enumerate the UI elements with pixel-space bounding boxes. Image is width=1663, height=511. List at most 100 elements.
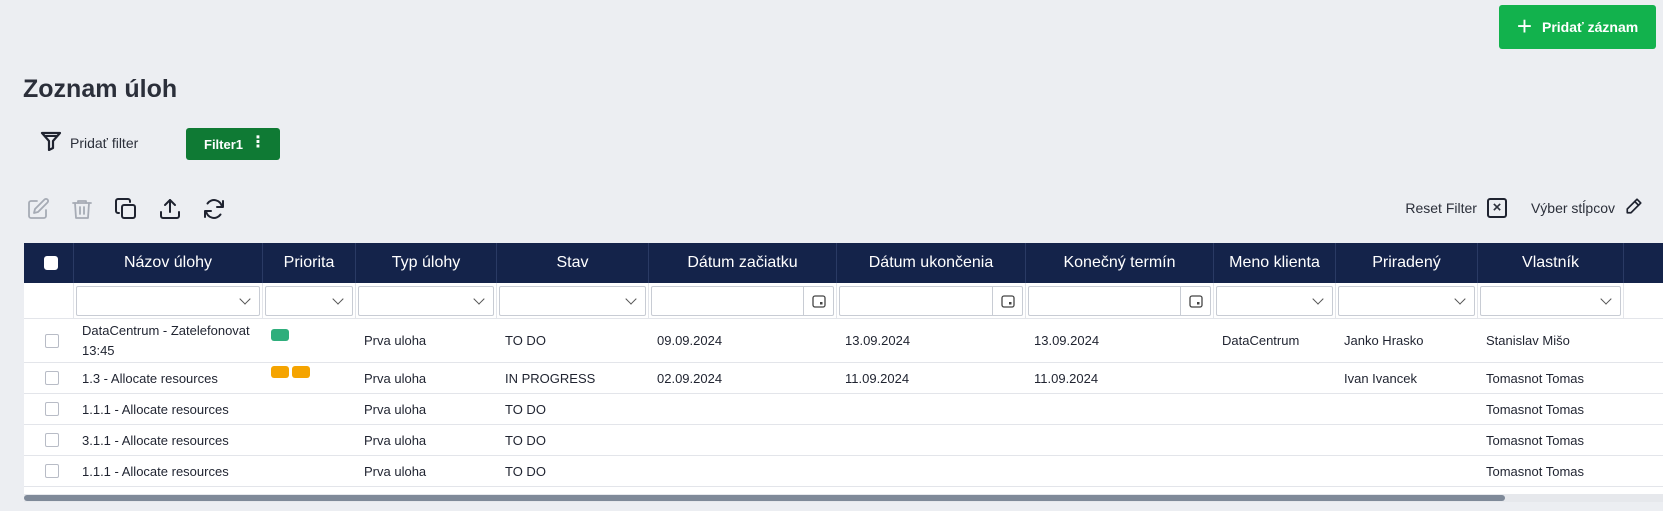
task-type: Prva uloha	[364, 463, 427, 479]
header-owner[interactable]: Vlastník	[1478, 243, 1624, 283]
scrollbar-thumb[interactable]	[24, 495, 1505, 501]
kebab-icon[interactable]: ⋮	[250, 135, 266, 151]
add-filter-button[interactable]: Pridať filter	[40, 131, 138, 154]
task-end-date	[837, 456, 1026, 486]
table-row[interactable]: 3.1.1 - Allocate resources Prva uloha TO…	[24, 425, 1663, 456]
filter-chip-label: Filter1	[204, 136, 244, 152]
task-status: TO DO	[505, 463, 546, 479]
priority-indicator	[271, 328, 289, 341]
header-assigned[interactable]: Priradený	[1336, 243, 1478, 283]
task-status: TO DO	[505, 333, 546, 348]
table-row[interactable]: 1.1.1 - Allocate resources Prva uloha TO…	[24, 456, 1663, 487]
add-record-button[interactable]: + Pridať záznam	[1499, 5, 1656, 49]
funnel-icon	[40, 131, 62, 154]
table-row[interactable]: 1.3 - Allocate resources Prva uloha IN P…	[24, 363, 1663, 394]
assigned-filter-select[interactable]	[1338, 285, 1475, 316]
table-row[interactable]: DataCentrum - Zatelefonovat 13:45 Prva u…	[24, 319, 1663, 363]
header-deadline[interactable]: Konečný termín	[1026, 243, 1214, 283]
priority-indicator	[271, 366, 310, 378]
header-start-date[interactable]: Dátum začiatku	[649, 243, 837, 283]
calendar-icon[interactable]	[1180, 286, 1210, 315]
task-end-date: 13.09.2024	[845, 333, 911, 348]
task-start-date: 09.09.2024	[657, 333, 723, 348]
upload-icon[interactable]	[157, 196, 182, 221]
calendar-icon[interactable]	[803, 286, 833, 315]
trash-icon[interactable]	[69, 196, 94, 221]
column-chooser-label[interactable]: Výber stĺpcov	[1531, 200, 1615, 216]
filter-row	[24, 283, 1663, 319]
priority-chip	[292, 366, 310, 378]
header-select-all[interactable]	[24, 243, 74, 283]
task-name[interactable]: 3.1.1 - Allocate resources	[74, 425, 263, 455]
row-checkbox[interactable]	[44, 402, 59, 416]
client-filter-select[interactable]	[1216, 285, 1333, 316]
task-client	[1214, 394, 1336, 424]
task-owner: Tomasnot Tomas	[1486, 370, 1585, 386]
edit-icon[interactable]	[25, 196, 50, 221]
copy-icon[interactable]	[113, 196, 138, 221]
task-start-date	[649, 456, 837, 486]
priority-chip	[271, 328, 289, 341]
task-type: Prva uloha	[364, 401, 427, 417]
refresh-icon[interactable]	[201, 196, 226, 221]
table-row[interactable]: 1.1.1 - Allocate resources Prva uloha TO…	[24, 394, 1663, 425]
task-end-date: 11.09.2024	[845, 370, 910, 386]
owner-filter-select[interactable]	[1480, 285, 1621, 316]
task-end-date	[837, 394, 1026, 424]
header-priority[interactable]: Priorita	[263, 243, 356, 283]
task-name[interactable]: DataCentrum - Zatelefonovat 13:45	[74, 319, 263, 362]
end-date-filter[interactable]	[839, 285, 1023, 316]
toolbar	[25, 196, 226, 221]
task-assigned: Janko Hrasko	[1344, 333, 1424, 348]
name-filter-select[interactable]	[76, 285, 260, 316]
header-client[interactable]: Meno klienta	[1214, 243, 1336, 283]
task-table: Názov úlohy Priorita Typ úlohy Stav Dátu…	[24, 243, 1663, 496]
row-checkbox[interactable]	[44, 433, 59, 447]
table-header: Názov úlohy Priorita Typ úlohy Stav Dátu…	[24, 243, 1663, 283]
select-all-checkbox[interactable]	[44, 256, 58, 270]
table-actions: Reset Filter × Výber stĺpcov	[1405, 197, 1643, 218]
task-owner: Tomasnot Tomas	[1486, 463, 1585, 479]
task-start-date	[649, 394, 837, 424]
task-client: DataCentrum	[1222, 333, 1300, 348]
row-checkbox[interactable]	[44, 464, 59, 478]
header-end-date[interactable]: Dátum ukončenia	[837, 243, 1026, 283]
plus-icon: +	[1516, 10, 1532, 41]
task-client	[1214, 456, 1336, 486]
task-status: IN PROGRESS	[505, 370, 596, 386]
task-deadline: 13.09.2024	[1034, 333, 1100, 348]
start-date-filter[interactable]	[651, 285, 834, 316]
task-client	[1214, 425, 1336, 455]
task-owner: Tomasnot Tomas	[1486, 432, 1585, 448]
add-record-label: Pridať záznam	[1542, 19, 1639, 35]
type-filter-select[interactable]	[358, 285, 494, 316]
calendar-icon[interactable]	[992, 286, 1022, 315]
task-name[interactable]: 1.1.1 - Allocate resources	[74, 394, 263, 424]
header-status[interactable]: Stav	[497, 243, 649, 283]
row-checkbox[interactable]	[44, 333, 59, 348]
priority-chip	[271, 366, 289, 378]
reset-filter-label[interactable]: Reset Filter	[1405, 200, 1477, 216]
task-owner: Stanislav Mišo	[1486, 333, 1570, 348]
task-start-date	[649, 425, 837, 455]
header-type[interactable]: Typ úlohy	[356, 243, 497, 283]
deadline-filter[interactable]	[1028, 285, 1211, 316]
task-owner: Tomasnot Tomas	[1486, 401, 1585, 417]
task-name[interactable]: 1.3 - Allocate resources	[74, 363, 263, 393]
close-box-icon[interactable]: ×	[1486, 197, 1507, 218]
task-deadline: 11.09.2024	[1034, 370, 1099, 386]
status-filter-select[interactable]	[499, 285, 646, 316]
task-assigned: Ivan Ivancek	[1344, 370, 1417, 386]
task-type: Prva uloha	[364, 432, 427, 448]
filter-chip[interactable]: Filter1 ⋮	[186, 128, 280, 160]
header-name[interactable]: Názov úlohy	[74, 243, 263, 283]
priority-filter-select[interactable]	[265, 285, 353, 316]
task-assigned	[1336, 394, 1478, 424]
pencil-icon[interactable]	[1625, 197, 1643, 218]
row-checkbox[interactable]	[44, 371, 59, 385]
task-type: Prva uloha	[364, 333, 427, 348]
page-title: Zoznam úloh	[23, 75, 178, 103]
task-name[interactable]: 1.1.1 - Allocate resources	[74, 456, 263, 486]
horizontal-scrollbar[interactable]	[24, 494, 1663, 502]
task-client	[1214, 363, 1336, 393]
